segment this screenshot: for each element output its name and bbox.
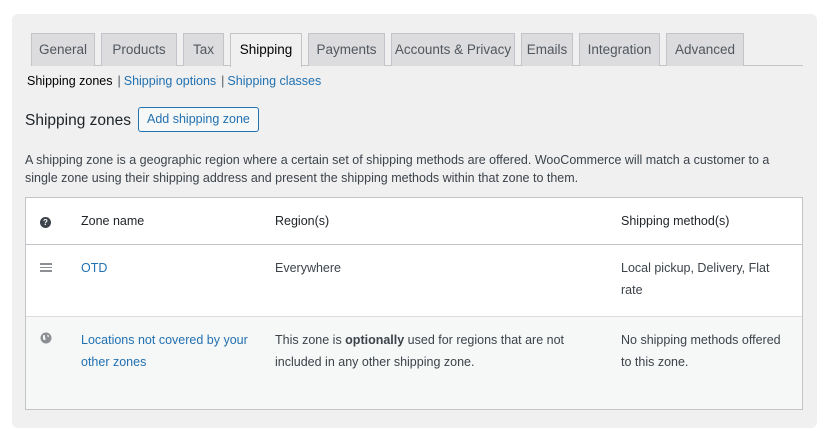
shipping-subnav: Shipping zones | Shipping options | Shipping… bbox=[27, 74, 321, 88]
table-row: OTD Everywhere Local pickup, Delivery, F… bbox=[26, 245, 802, 317]
column-header-methods: Shipping method(s) bbox=[621, 214, 730, 228]
globe-icon bbox=[40, 332, 52, 344]
shipping-zones-table: ? Zone name Region(s) Shipping method(s)… bbox=[25, 197, 803, 410]
settings-tabs: General Products Tax Shipping Payments A… bbox=[31, 33, 803, 67]
table-header-row: ? Zone name Region(s) Shipping method(s) bbox=[26, 198, 802, 245]
page-title: Shipping zones bbox=[25, 112, 131, 129]
zone-regions: This zone is optionally used for regions… bbox=[275, 329, 595, 373]
subnav-separator: | bbox=[117, 74, 121, 88]
tab-products[interactable]: Products bbox=[101, 33, 177, 66]
tab-advanced[interactable]: Advanced bbox=[666, 33, 744, 66]
tab-payments[interactable]: Payments bbox=[308, 33, 385, 66]
tab-shipping[interactable]: Shipping bbox=[230, 33, 302, 67]
subnav-shipping-classes[interactable]: Shipping classes bbox=[227, 74, 321, 88]
subnav-shipping-zones[interactable]: Shipping zones bbox=[27, 74, 112, 88]
column-header-zone-name: Zone name bbox=[81, 214, 145, 228]
add-shipping-zone-button[interactable]: Add shipping zone bbox=[138, 107, 259, 132]
tab-emails[interactable]: Emails bbox=[521, 33, 573, 66]
zone-name-link[interactable]: OTD bbox=[81, 257, 261, 279]
zone-regions: Everywhere bbox=[275, 261, 341, 275]
page-description: A shipping zone is a geographic region w… bbox=[25, 153, 770, 185]
table-row: Locations not covered by your other zone… bbox=[26, 317, 802, 409]
tab-tax[interactable]: Tax bbox=[183, 33, 224, 66]
regions-emphasis: optionally bbox=[345, 333, 405, 347]
subnav-shipping-options[interactable]: Shipping options bbox=[124, 74, 216, 88]
settings-panel: General Products Tax Shipping Payments A… bbox=[12, 14, 817, 428]
regions-text: This zone is bbox=[275, 333, 346, 347]
zone-methods: No shipping methods offered to this zone… bbox=[621, 333, 781, 369]
tab-accounts-privacy[interactable]: Accounts & Privacy bbox=[391, 33, 515, 66]
subnav-separator: | bbox=[221, 74, 225, 88]
column-header-regions: Region(s) bbox=[275, 214, 330, 228]
zone-name-link[interactable]: Locations not covered by your other zone… bbox=[81, 329, 261, 373]
tab-general[interactable]: General bbox=[31, 33, 95, 66]
drag-handle-icon[interactable] bbox=[40, 263, 52, 272]
tab-integration[interactable]: Integration bbox=[579, 33, 660, 66]
zone-methods: Local pickup, Delivery, Flat rate bbox=[621, 261, 770, 297]
help-icon[interactable]: ? bbox=[40, 217, 51, 228]
